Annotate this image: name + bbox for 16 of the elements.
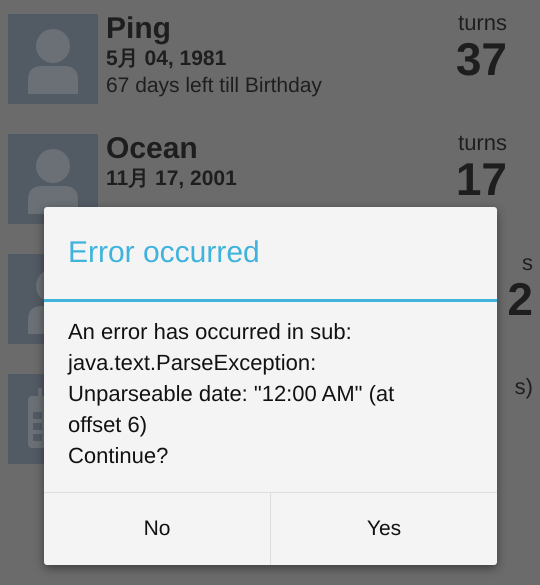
contact-name: Ping	[106, 12, 172, 45]
birth-date: 11月 17, 2001	[106, 167, 238, 190]
turns-label: s	[522, 252, 533, 274]
dialog-title: Error occurred	[44, 207, 497, 302]
countdown-text: 67 days left till Birthday	[106, 74, 323, 98]
turns-count: 17	[456, 156, 507, 202]
turns-count: 37	[456, 36, 507, 82]
turns-label: turns	[458, 12, 507, 34]
dialog-button[interactable]: Yes	[270, 493, 497, 565]
contact-name: Ocean	[106, 132, 199, 165]
dialog-message: An error has occurred in sub: java.text.ParseException: Unparseable date: "12:00 AM" (at offset 6) Continue?	[68, 318, 394, 470]
turns-label: turns	[458, 132, 507, 154]
turns-count: 2	[507, 276, 533, 322]
birth-date: 5月 04, 1981	[106, 47, 228, 70]
dialog-button[interactable]: No	[44, 493, 270, 565]
side-text: s)	[514, 376, 533, 398]
